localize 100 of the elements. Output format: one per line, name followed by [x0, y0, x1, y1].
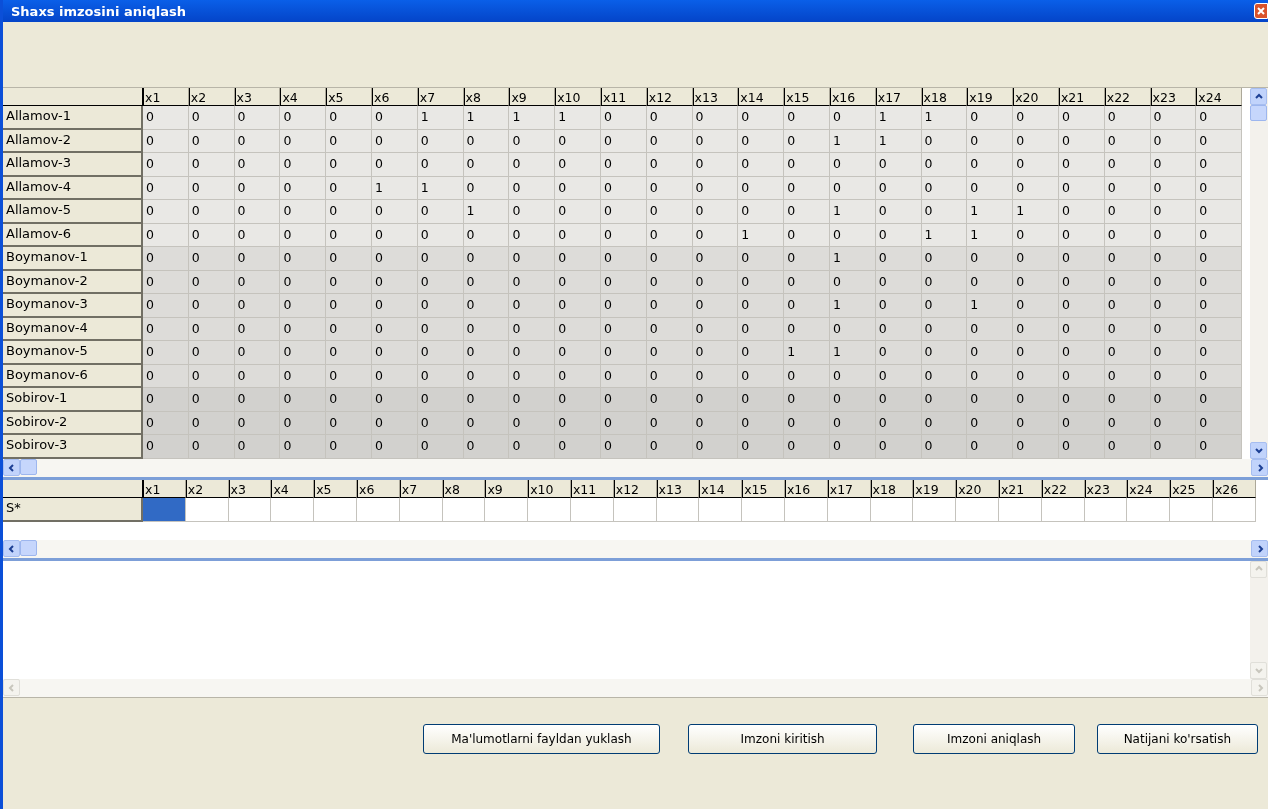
column-header[interactable]: x6 [372, 88, 418, 106]
row-header[interactable]: S* [3, 497, 143, 522]
table-cell: 0 [143, 341, 189, 365]
input-cell[interactable] [956, 497, 999, 522]
row-header[interactable]: Boymanov-3 [3, 294, 143, 318]
scroll-up-button[interactable] [1250, 88, 1267, 105]
row-header[interactable]: Boymanov-1 [3, 247, 143, 271]
table-cell: 0 [692, 388, 739, 412]
table-cell: 0 [921, 200, 968, 224]
column-header[interactable]: x22 [1104, 88, 1151, 106]
input-cell[interactable] [271, 497, 315, 522]
table-cell: 0 [1058, 106, 1105, 130]
row-header[interactable]: Allamov-5 [3, 200, 143, 224]
row-header[interactable]: Allamov-1 [3, 106, 143, 130]
table-cell: 0 [555, 317, 601, 341]
input-cell[interactable] [314, 497, 357, 522]
scroll-thumb[interactable] [20, 459, 37, 475]
table-cell: 0 [738, 247, 785, 271]
action-button[interactable]: Imzoni aniqlash [913, 723, 1075, 754]
scroll-left-button[interactable] [3, 540, 20, 557]
table-cell: 0 [1196, 223, 1243, 247]
column-header[interactable]: x16 [829, 88, 876, 106]
action-button[interactable]: Natijani ko'rsatish [1096, 723, 1258, 754]
table-cell: 1 [829, 341, 876, 365]
row-header[interactable]: Boymanov-2 [3, 270, 143, 294]
table-cell: 0 [1013, 364, 1059, 388]
table-cell: 0 [280, 364, 327, 388]
table-cell: 0 [280, 129, 327, 153]
input-cell[interactable] [742, 497, 785, 522]
table-cell: 0 [143, 176, 189, 200]
scroll-right-button[interactable] [1251, 459, 1268, 476]
column-header[interactable]: x15 [784, 88, 830, 106]
column-header[interactable]: x3 [234, 88, 281, 106]
input-cell[interactable] [913, 497, 957, 522]
table-cell: 0 [738, 341, 785, 365]
table-cell: 0 [143, 411, 189, 435]
table-cell: 0 [555, 223, 601, 247]
table-cell: 0 [1104, 247, 1151, 271]
table-cell: 0 [555, 341, 601, 365]
table-cell: 0 [738, 364, 785, 388]
input-cell[interactable] [143, 497, 186, 522]
table-cell: 0 [1058, 200, 1105, 224]
action-button[interactable]: Imzoni kiritish [687, 723, 878, 754]
table-cell: 0 [1196, 153, 1243, 177]
close-button[interactable] [1254, 3, 1268, 19]
row-header[interactable]: Allamov-2 [3, 129, 143, 153]
row-header[interactable]: Allamov-6 [3, 223, 143, 247]
column-header[interactable]: x1 [143, 88, 189, 106]
row-header[interactable]: Allamov-3 [3, 153, 143, 177]
scroll-thumb[interactable] [1250, 105, 1267, 121]
table-cell: 0 [509, 388, 556, 412]
table-cell: 0 [600, 294, 647, 318]
column-header[interactable]: x7 [417, 88, 464, 106]
column-header[interactable]: x11 [600, 88, 647, 106]
scroll-left-button[interactable] [3, 459, 20, 476]
table-cell: 0 [509, 200, 556, 224]
table-cell: 0 [555, 364, 601, 388]
column-header[interactable]: x19 [967, 88, 1014, 106]
column-header[interactable]: x14 [738, 88, 785, 106]
scroll-thumb[interactable] [20, 540, 37, 556]
row-header[interactable]: Allamov-4 [3, 176, 143, 200]
input-cell[interactable] [528, 497, 571, 522]
table-cell: 0 [646, 435, 693, 459]
column-header[interactable]: x20 [1013, 88, 1059, 106]
column-header[interactable]: x21 [1058, 88, 1105, 106]
row-header[interactable]: Boymanov-4 [3, 317, 143, 341]
column-header[interactable]: x13 [692, 88, 739, 106]
input-cell[interactable] [1127, 497, 1171, 522]
row-header[interactable]: Boymanov-6 [3, 364, 143, 388]
scroll-right-button[interactable] [1251, 540, 1268, 557]
table-cell: 0 [967, 317, 1014, 341]
scroll-down-button[interactable] [1250, 441, 1267, 459]
input-cell[interactable] [1170, 497, 1213, 522]
column-header[interactable]: x8 [463, 88, 510, 106]
row-header[interactable]: Boymanov-5 [3, 341, 143, 365]
row-header[interactable]: Sobirov-1 [3, 388, 143, 412]
column-header[interactable]: x18 [921, 88, 968, 106]
column-header[interactable]: x24 [1196, 88, 1243, 106]
action-button[interactable]: Ma'lumotlarni fayldan yuklash [423, 723, 660, 754]
table-cell: 0 [738, 411, 785, 435]
table-cell: 0 [326, 106, 372, 130]
table-cell: 0 [600, 106, 647, 130]
table-cell: 0 [280, 317, 327, 341]
column-header[interactable]: x12 [646, 88, 693, 106]
table-cell: 0 [1104, 200, 1151, 224]
column-header[interactable]: x5 [326, 88, 372, 106]
input-cell[interactable] [485, 497, 529, 522]
input-cell[interactable] [699, 497, 743, 522]
column-header[interactable]: x23 [1150, 88, 1197, 106]
row-header[interactable]: Sobirov-3 [3, 435, 143, 459]
column-header[interactable]: x2 [188, 88, 235, 106]
column-header[interactable]: x10 [555, 88, 601, 106]
table-cell: 0 [326, 364, 372, 388]
table-cell: 0 [280, 176, 327, 200]
column-header[interactable]: x4 [280, 88, 327, 106]
column-header[interactable]: x17 [875, 88, 922, 106]
row-header[interactable]: Sobirov-2 [3, 411, 143, 435]
column-header[interactable]: x9 [509, 88, 556, 106]
vertical-scrollbar[interactable] [1250, 88, 1268, 459]
table-cell: 0 [921, 294, 968, 318]
